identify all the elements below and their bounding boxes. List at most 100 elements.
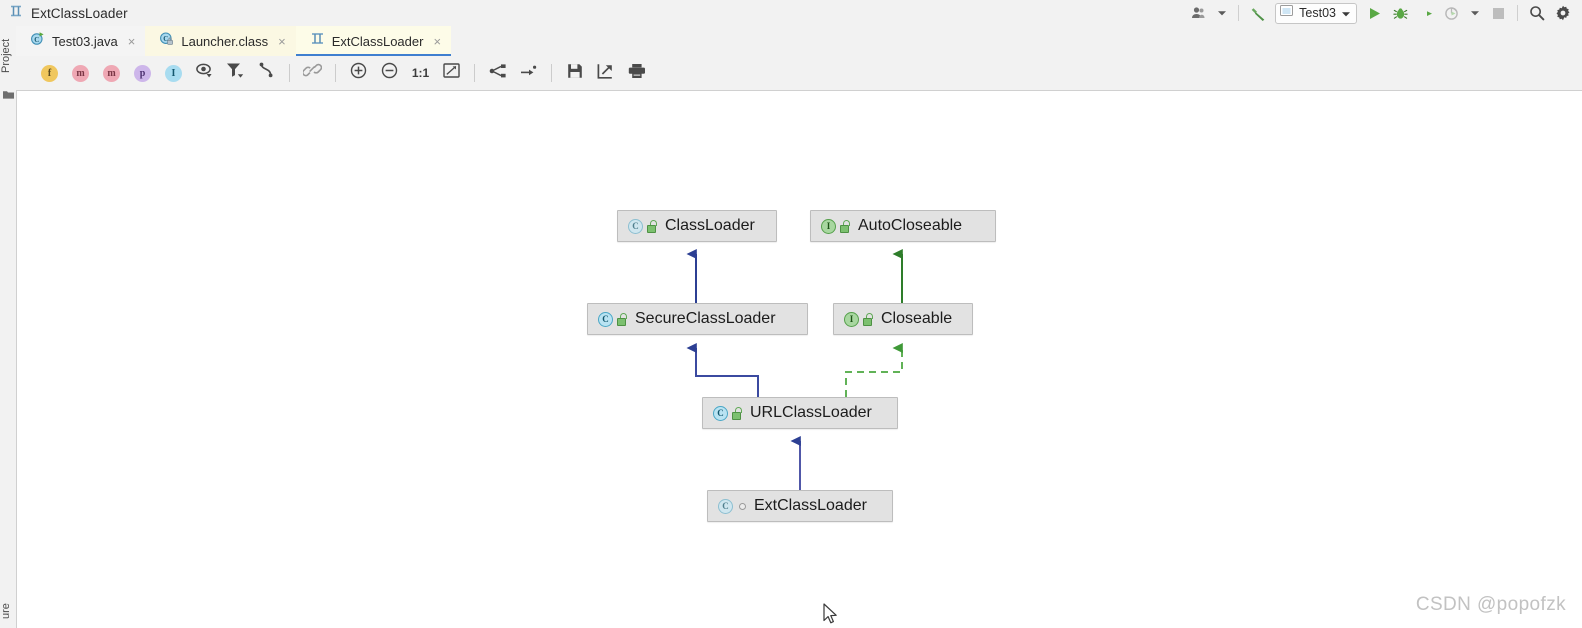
show-properties-button[interactable]: p [127, 60, 158, 86]
show-inner-classes-button[interactable]: I [158, 60, 189, 86]
chevron-down-icon[interactable] [1465, 1, 1485, 25]
left-tool-strip: Project ure [0, 26, 17, 628]
title-bar: ExtClassLoader Test03 [0, 0, 1582, 27]
gear-icon[interactable] [1550, 1, 1576, 25]
class-icon: C [628, 218, 643, 234]
diagram-node-closeable[interactable]: I Closeable [833, 303, 973, 335]
chain-link-icon [302, 62, 323, 84]
field-badge-icon: f [41, 64, 58, 82]
fit-content-icon [443, 63, 460, 83]
class-icon: C [598, 311, 613, 327]
toolbar-separator [335, 64, 336, 82]
edge-urlclassloader-secureclassloader [686, 342, 759, 397]
chevron-down-icon[interactable] [1212, 1, 1232, 25]
zoom-out-button[interactable] [374, 60, 405, 86]
title-bar-actions: Test03 [1186, 0, 1582, 26]
edge-urlclassloader-closeable [845, 342, 903, 397]
show-constructors-button[interactable]: m [65, 60, 96, 86]
diagram-node-secureclassloader[interactable]: C SecureClassLoader [587, 303, 808, 335]
one-to-one-icon: 1:1 [411, 66, 430, 80]
zoom-in-button[interactable] [343, 60, 374, 86]
floppy-save-icon [567, 63, 583, 84]
hammer-icon[interactable] [1245, 1, 1271, 25]
editor-tab-label: ExtClassLoader [331, 33, 424, 49]
actual-size-button[interactable]: 1:1 [405, 60, 436, 86]
apply-layout-button[interactable] [513, 60, 544, 86]
title-bar-left: ExtClassLoader [0, 4, 128, 23]
inner-class-badge-icon: I [165, 64, 182, 82]
svg-text:C: C [34, 36, 39, 44]
public-unlock-icon [647, 219, 659, 233]
diagram-node-autocloseable[interactable]: I AutoCloseable [810, 210, 996, 242]
class-icon: C [718, 498, 733, 514]
edge-mode-button[interactable] [251, 60, 282, 86]
node-label: SecureClassLoader [635, 310, 776, 327]
node-icons: C [713, 405, 744, 421]
toolbar-separator [289, 64, 290, 82]
visibility-button[interactable] [189, 60, 220, 86]
close-icon[interactable]: × [127, 35, 137, 48]
node-label: Closeable [881, 310, 953, 327]
user-silhouette-icon[interactable] [1186, 1, 1212, 25]
node-icons: C [718, 498, 748, 514]
editor-tab-launcher-class[interactable]: C Launcher.class × [145, 26, 296, 56]
node-icons: C [598, 311, 629, 327]
zoom-out-icon [381, 62, 398, 84]
editor-tab-extclassloader[interactable]: ExtClassLoader × [295, 26, 452, 56]
folder-icon [3, 86, 14, 99]
public-unlock-icon [617, 312, 629, 326]
profiler-icon[interactable] [1439, 1, 1465, 25]
sidebar-item-structure[interactable]: ure [0, 596, 16, 626]
sidebar-item-project[interactable]: Project [0, 28, 16, 84]
package-private-icon [739, 502, 746, 510]
apply-layout-icon [520, 64, 538, 83]
show-fields-button[interactable]: f [34, 60, 65, 86]
edge-style-icon [258, 62, 275, 84]
run-with-coverage-icon[interactable] [1413, 1, 1439, 25]
print-button[interactable] [621, 60, 652, 86]
hierarchy-layout-icon [489, 63, 507, 84]
filter-button[interactable] [220, 60, 251, 86]
editor-tab-label: Launcher.class [181, 33, 269, 49]
run-play-icon[interactable] [1361, 1, 1387, 25]
diagram-node-classloader[interactable]: C ClassLoader [617, 210, 777, 242]
editor-tab-bar: C Test03.java × C Launcher.class × ExtCl… [16, 26, 1582, 57]
layout-button[interactable] [482, 60, 513, 86]
editor-tab-test03-java[interactable]: C Test03.java × [16, 26, 146, 56]
debug-bug-icon[interactable] [1387, 1, 1413, 25]
chevron-down-icon[interactable] [1342, 4, 1350, 22]
funnel-icon [226, 62, 245, 84]
compiled-class-icon: C [159, 31, 174, 51]
run-config-icon [1280, 4, 1294, 22]
diagram-node-extclassloader[interactable]: C ExtClassLoader [707, 490, 893, 522]
export-arrow-icon [597, 63, 614, 84]
node-label: ExtClassLoader [754, 497, 867, 514]
diagram-icon [310, 31, 325, 51]
idea-diagram-window: ExtClassLoader Test03 Project ure C Test… [0, 0, 1582, 628]
run-configuration-selector[interactable]: Test03 [1275, 2, 1357, 24]
editor-tab-label: Test03.java [52, 33, 118, 49]
public-unlock-icon [863, 312, 875, 326]
public-unlock-icon [840, 219, 852, 233]
export-button[interactable] [590, 60, 621, 86]
node-label: URLClassLoader [750, 404, 872, 421]
diagram-canvas[interactable]: C ClassLoader I AutoCloseable C SecureCl… [17, 91, 1582, 628]
watermark: CSDN @popofzk [1415, 594, 1566, 615]
show-methods-button[interactable]: m [96, 60, 127, 86]
node-label: AutoCloseable [858, 217, 963, 234]
eye-icon [195, 62, 214, 84]
window-title: ExtClassLoader [31, 5, 128, 21]
close-icon[interactable]: × [277, 35, 287, 48]
fit-content-button[interactable] [436, 60, 467, 86]
search-icon[interactable] [1524, 1, 1550, 25]
close-icon[interactable]: × [432, 35, 442, 48]
link-button[interactable] [297, 60, 328, 86]
property-badge-icon: p [134, 64, 151, 82]
node-label: ClassLoader [665, 217, 755, 234]
diagram-node-urlclassloader[interactable]: C URLClassLoader [702, 397, 898, 429]
public-unlock-icon [732, 406, 744, 420]
class-icon: C [713, 405, 728, 421]
printer-icon [628, 63, 646, 84]
save-button[interactable] [559, 60, 590, 86]
java-class-runnable-icon: C [30, 31, 45, 51]
